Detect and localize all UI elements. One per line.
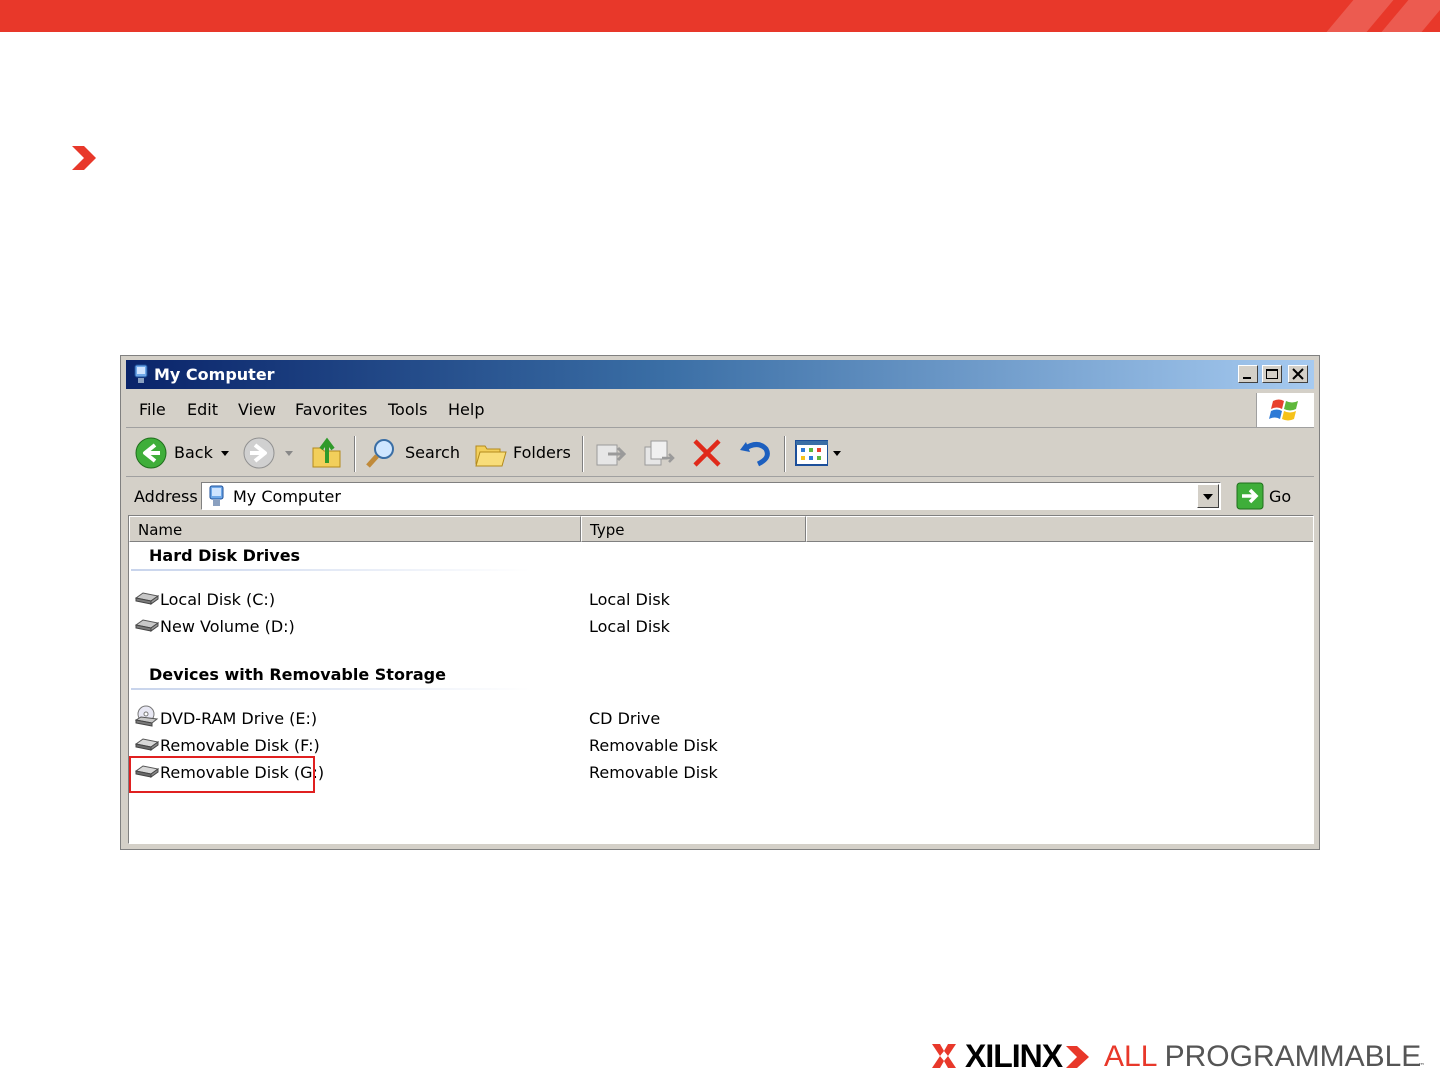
group-divider	[131, 688, 531, 690]
maximize-icon	[1266, 369, 1278, 379]
list-item[interactable]: DVD-RAM Drive (E:) CD Drive	[129, 705, 1309, 733]
windows-flag-icon	[1269, 399, 1298, 421]
column-header-name-label: Name	[138, 521, 183, 539]
copy-to-button[interactable]	[640, 430, 680, 476]
standard-toolbar: Back Search Folders	[126, 430, 1314, 477]
item-name: Removable Disk (F:)	[160, 736, 320, 755]
back-icon	[135, 437, 167, 469]
item-name: DVD-RAM Drive (E:)	[160, 709, 318, 728]
decorative-chevron	[1326, 0, 1394, 32]
chevron-down-icon[interactable]	[832, 450, 842, 458]
menu-view[interactable]: View	[238, 400, 276, 419]
up-folder-button[interactable]	[308, 430, 348, 476]
item-type: Local Disk	[589, 617, 670, 636]
item-type: CD Drive	[589, 709, 661, 728]
menu-tools[interactable]: Tools	[388, 400, 427, 419]
search-label: Search	[405, 443, 460, 462]
item-name: Local Disk (C:)	[160, 590, 276, 609]
back-button[interactable]: Back	[132, 430, 236, 476]
address-value: My Computer	[233, 487, 341, 506]
minimize-icon	[1243, 377, 1251, 379]
back-label: Back	[174, 443, 213, 462]
item-name: New Volume (D:)	[160, 617, 295, 636]
bullet-chevron-icon	[72, 146, 96, 170]
item-type: Removable Disk	[589, 736, 718, 755]
highlight-box	[129, 756, 315, 793]
menu-help[interactable]: Help	[448, 400, 484, 419]
up-folder-icon	[312, 437, 341, 468]
dvd-drive-icon	[135, 705, 159, 727]
views-icon	[795, 440, 828, 466]
go-label: Go	[1269, 487, 1292, 506]
maximize-button[interactable]	[1262, 365, 1282, 383]
column-header-type[interactable]: Type	[581, 516, 806, 542]
my-computer-icon	[209, 485, 224, 506]
forward-icon	[243, 437, 275, 469]
window-title: My Computer	[154, 365, 275, 384]
chevron-down-icon[interactable]	[284, 450, 294, 458]
file-list-pane[interactable]: Name Type Hard Disk Drives Local Disk (C…	[128, 515, 1314, 844]
brand-name: XILINX	[965, 1038, 1063, 1074]
undo-icon	[740, 442, 770, 467]
go-button[interactable]: Go	[1234, 481, 1304, 511]
menu-edit[interactable]: Edit	[187, 400, 218, 419]
chevron-down-icon	[1203, 494, 1213, 500]
column-header-type-label: Type	[590, 521, 625, 539]
xilinx-logo-icon	[932, 1044, 956, 1068]
delete-button[interactable]	[688, 430, 728, 476]
item-type: Removable Disk	[589, 763, 718, 782]
views-button[interactable]	[792, 430, 846, 476]
list-item[interactable]: New Volume (D:) Local Disk	[129, 614, 1309, 641]
menu-bar: File Edit View Favorites Tools Help	[126, 393, 1314, 428]
hard-disk-icon	[135, 619, 159, 632]
list-item[interactable]: Local Disk (C:) Local Disk	[129, 587, 1309, 614]
search-button[interactable]: Search	[362, 430, 462, 476]
address-dropdown-button[interactable]	[1197, 484, 1219, 508]
menu-file[interactable]: File	[139, 400, 166, 419]
title-bar[interactable]: My Computer	[126, 360, 1314, 389]
my-computer-icon	[134, 364, 148, 383]
go-arrow-icon	[1236, 482, 1264, 510]
close-icon	[1292, 368, 1304, 380]
footer-branding: XILINX ALL PROGRAMMABLE ™	[930, 1038, 1430, 1076]
windows-logo	[1256, 393, 1314, 427]
hard-disk-icon	[135, 592, 159, 605]
decorative-chevron	[1381, 0, 1440, 32]
tagline-all: ALL	[1104, 1040, 1157, 1073]
toolbar-separator	[354, 436, 356, 472]
chevron-down-icon[interactable]	[220, 450, 230, 458]
move-to-button[interactable]	[592, 430, 632, 476]
folders-label: Folders	[513, 443, 571, 462]
move-to-icon	[596, 444, 627, 466]
brand-chevron-icon	[1066, 1046, 1089, 1068]
item-type: Local Disk	[589, 590, 670, 609]
slide-top-bar	[0, 0, 1440, 32]
column-header-name[interactable]: Name	[129, 516, 581, 542]
folders-button[interactable]: Folders	[472, 430, 574, 476]
brand-tagline: ALL PROGRAMMABLE	[1104, 1040, 1421, 1074]
group-divider	[131, 569, 531, 571]
delete-icon	[693, 439, 721, 467]
menu-favorites[interactable]: Favorites	[295, 400, 367, 419]
trademark-symbol: ™	[1418, 1062, 1425, 1070]
address-bar: Address My Computer Go	[126, 478, 1314, 514]
minimize-button[interactable]	[1238, 365, 1258, 383]
toolbar-separator	[582, 436, 584, 472]
copy-to-icon	[644, 440, 675, 466]
group-title-hard-disk-drives: Hard Disk Drives	[149, 546, 301, 565]
tagline-programmable: PROGRAMMABLE	[1156, 1040, 1422, 1073]
address-label: Address	[134, 487, 198, 506]
folders-icon	[475, 445, 507, 467]
search-icon	[366, 439, 394, 468]
close-button[interactable]	[1288, 365, 1308, 383]
explorer-window: My Computer File Edit View Favorites Too…	[120, 355, 1320, 850]
undo-button[interactable]	[734, 430, 778, 476]
forward-button[interactable]	[240, 430, 300, 476]
group-title-removable-storage: Devices with Removable Storage	[149, 665, 446, 684]
removable-disk-icon	[135, 738, 159, 751]
column-header-blank	[806, 516, 1313, 542]
address-input[interactable]: My Computer	[201, 482, 1221, 510]
toolbar-separator	[784, 436, 786, 472]
